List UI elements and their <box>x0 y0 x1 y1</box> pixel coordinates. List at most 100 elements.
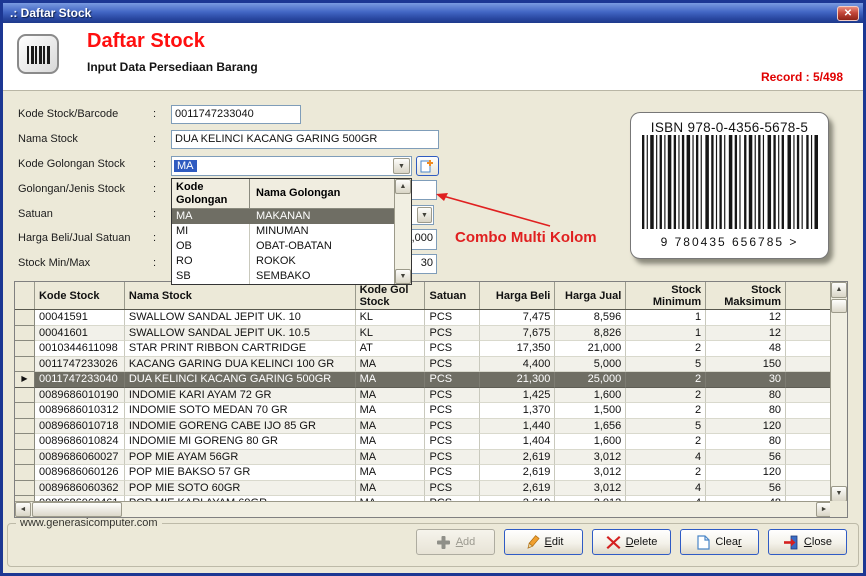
barcode-isbn-text: ISBN 978-0-4356-5678-5 <box>631 120 828 135</box>
table-row[interactable]: 0089686010312INDOMIE SOTO MEDAN 70 GRMAP… <box>15 403 830 419</box>
table-cell: AT <box>356 341 426 357</box>
scroll-up-icon[interactable]: ▲ <box>395 179 411 194</box>
label-harga: Harga Beli/Jual Satuan <box>18 232 153 244</box>
table-cell: 150 <box>706 357 786 373</box>
colon: : <box>153 257 156 269</box>
table-cell: 12 <box>706 326 786 342</box>
row-selector-cell[interactable] <box>15 450 35 466</box>
grid-col-header[interactable]: Kode Stock <box>35 282 125 309</box>
row-selector-cell[interactable] <box>15 465 35 481</box>
window-top-edge <box>0 0 866 3</box>
filler-cell <box>786 310 830 326</box>
add-golongan-button[interactable] <box>416 156 439 176</box>
colon: : <box>153 208 156 220</box>
form-header: Daftar Stock Input Data Persediaan Baran… <box>3 23 863 91</box>
table-cell: MA <box>356 372 426 388</box>
dropdown-row[interactable]: MAMAKANAN <box>172 209 394 224</box>
table-row[interactable]: 00041591SWALLOW SANDAL JEPIT UK. 10KLPCS… <box>15 310 830 326</box>
clear-button[interactable]: Clear <box>680 529 759 555</box>
colon: : <box>153 158 156 170</box>
table-row[interactable]: 0011747233026KACANG GARING DUA KELINCI 1… <box>15 357 830 373</box>
dropdown-cell-kode: MI <box>172 224 250 239</box>
titlebar[interactable]: .: Daftar Stock ✕ <box>3 3 863 23</box>
table-cell: PCS <box>425 403 480 419</box>
dropdown-cell-kode: MA <box>172 209 250 224</box>
dropdown-row[interactable]: MIMINUMAN <box>172 224 394 239</box>
table-cell: 00041591 <box>35 310 125 326</box>
satuan-dropdown-button[interactable]: ▼ <box>417 207 432 223</box>
dropdown-row[interactable]: OBOBAT-OBATAN <box>172 239 394 254</box>
grid-col-header[interactable]: Stock Maksimum <box>706 282 786 309</box>
table-cell: PCS <box>425 465 480 481</box>
row-selector-cell[interactable] <box>15 326 35 342</box>
table-cell: 1,600 <box>555 388 626 404</box>
delete-button[interactable]: Delete <box>592 529 671 555</box>
kode-stock-input[interactable]: 0011747233040 <box>171 105 301 124</box>
dropdown-cell-nama: SEMBAKO <box>250 269 394 284</box>
grid-col-header[interactable]: Nama Stock <box>125 282 356 309</box>
grid-col-header[interactable]: Stock Minimum <box>626 282 706 309</box>
hscroll-thumb[interactable] <box>32 502 122 517</box>
table-cell: 80 <box>706 388 786 404</box>
filler-cell <box>786 434 830 450</box>
grid-col-header[interactable]: Harga Jual <box>555 282 626 309</box>
row-selector-cell[interactable] <box>15 481 35 497</box>
filler-cell <box>786 357 830 373</box>
table-row[interactable]: 0089686060126POP MIE BAKSO 57 GRMAPCS2,6… <box>15 465 830 481</box>
table-cell: 5 <box>626 357 706 373</box>
table-row[interactable]: 0089686060362POP MIE SOTO 60GRMAPCS2,619… <box>15 481 830 497</box>
combo-dropdown-button[interactable]: ▼ <box>393 158 410 174</box>
grid-col-header[interactable]: Kode Gol Stock <box>356 282 426 309</box>
barcode-glyph <box>27 46 51 64</box>
table-row[interactable]: 00041601SWALLOW SANDAL JEPIT UK. 10.5KLP… <box>15 326 830 342</box>
table-row[interactable]: 0089686060027POP MIE AYAM 56GRMAPCS2,619… <box>15 450 830 466</box>
dropdown-row[interactable]: ROROKOK <box>172 254 394 269</box>
scroll-down-icon[interactable]: ▼ <box>831 486 847 502</box>
dropdown-scrollbar[interactable]: ▲ ▼ <box>394 179 411 284</box>
edit-button[interactable]: Edit <box>504 529 583 555</box>
table-row[interactable]: 0089686010824INDOMIE MI GORENG 80 GRMAPC… <box>15 434 830 450</box>
scroll-down-icon[interactable]: ▼ <box>395 269 411 284</box>
scroll-left-icon[interactable]: ◄ <box>15 502 31 517</box>
close-button[interactable]: Close <box>768 529 847 555</box>
row-selector-cell[interactable] <box>15 310 35 326</box>
row-selector-cell[interactable] <box>15 434 35 450</box>
website-label: www.generasicomputer.com <box>16 517 162 529</box>
table-cell: 2 <box>626 372 706 388</box>
button-label: Clear <box>715 536 741 548</box>
dropdown-header: Kode Golongan Nama Golongan <box>172 179 411 209</box>
horizontal-scrollbar[interactable]: ◄ ► <box>15 501 832 517</box>
filler-cell <box>786 419 830 435</box>
document-icon <box>697 535 710 550</box>
table-cell: 3,012 <box>555 465 626 481</box>
nama-stock-input[interactable]: DUA KELINCI KACANG GARING 500GR <box>171 130 439 149</box>
row-selector-cell[interactable]: ▶ <box>15 372 35 388</box>
row-selector-cell[interactable] <box>15 357 35 373</box>
row-selector-cell[interactable] <box>15 419 35 435</box>
scroll-up-icon[interactable]: ▲ <box>831 282 847 298</box>
label-kode-golongan: Kode Golongan Stock <box>18 158 153 170</box>
table-cell: PCS <box>425 419 480 435</box>
table-row[interactable]: 0089686010718INDOMIE GORENG CABE IJO 85 … <box>15 419 830 435</box>
kode-golongan-combo[interactable]: MA ▼ <box>171 156 412 176</box>
table-cell: POP MIE SOTO 60GR <box>125 481 356 497</box>
dropdown-row[interactable]: SBSEMBAKO <box>172 269 394 284</box>
table-cell: KACANG GARING DUA KELINCI 100 GR <box>125 357 356 373</box>
grid-col-header[interactable]: Harga Beli <box>480 282 555 309</box>
label-satuan: Satuan <box>18 208 153 220</box>
vertical-scrollbar[interactable]: ▲ ▼ <box>830 282 847 502</box>
table-row[interactable]: 0089686010190INDOMIE KARI AYAM 72 GRMAPC… <box>15 388 830 404</box>
close-window-button[interactable]: ✕ <box>837 6 859 21</box>
row-selector-cell[interactable] <box>15 403 35 419</box>
table-cell: 1,600 <box>555 434 626 450</box>
colon: : <box>153 232 156 244</box>
button-label: Add <box>456 536 476 548</box>
row-selector-cell[interactable] <box>15 341 35 357</box>
table-row[interactable]: 0010344611098STAR PRINT RIBBON CARTRIDGE… <box>15 341 830 357</box>
row-selector-cell[interactable] <box>15 388 35 404</box>
table-row[interactable]: ▶0011747233040DUA KELINCI KACANG GARING … <box>15 372 830 388</box>
grid-col-header[interactable]: Satuan <box>425 282 480 309</box>
table-cell: 56 <box>706 481 786 497</box>
red-x-icon <box>606 535 621 550</box>
vscroll-thumb[interactable] <box>831 299 847 313</box>
